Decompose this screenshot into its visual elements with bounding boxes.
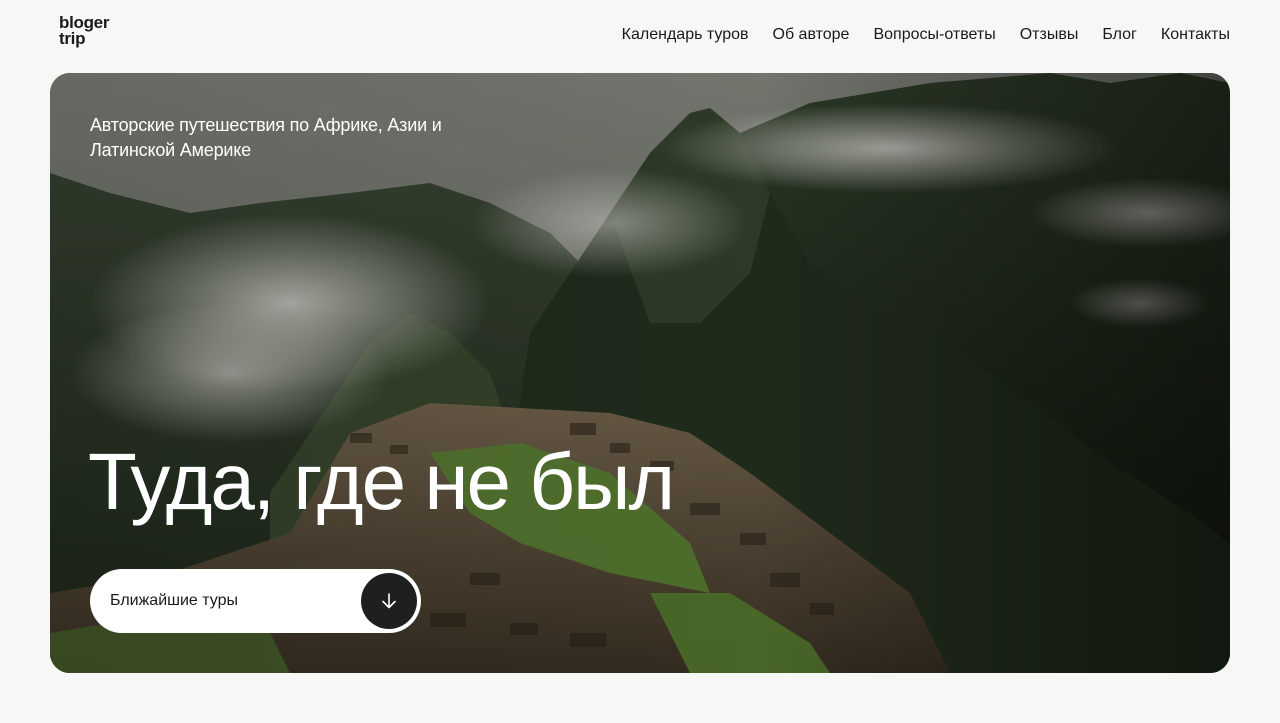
nearest-tours-button[interactable]: Ближайшие туры	[90, 569, 421, 633]
hero-banner: Авторские путешествия по Африке, Азии и …	[50, 73, 1230, 673]
nav-item-tour-calendar[interactable]: Календарь туров	[622, 25, 749, 45]
arrow-down-icon	[361, 573, 417, 629]
nav-item-about-author[interactable]: Об авторе	[773, 25, 850, 45]
hero-subtitle: Авторские путешествия по Африке, Азии и …	[90, 115, 442, 160]
logo[interactable]: bloger trip	[59, 14, 109, 48]
logo-line-2: trip	[59, 29, 86, 48]
site-header: bloger trip Календарь туров Об авторе Во…	[0, 0, 1280, 73]
main-nav: Календарь туров Об авторе Вопросы-ответы…	[622, 25, 1230, 45]
nav-item-contacts[interactable]: Контакты	[1161, 25, 1230, 45]
nav-item-blog[interactable]: Блог	[1102, 25, 1137, 45]
nav-item-faq[interactable]: Вопросы-ответы	[873, 25, 995, 45]
hero-title: Туда, где не был	[88, 437, 675, 526]
nav-item-reviews[interactable]: Отзывы	[1020, 25, 1079, 45]
nearest-tours-label: Ближайшие туры	[110, 592, 238, 609]
